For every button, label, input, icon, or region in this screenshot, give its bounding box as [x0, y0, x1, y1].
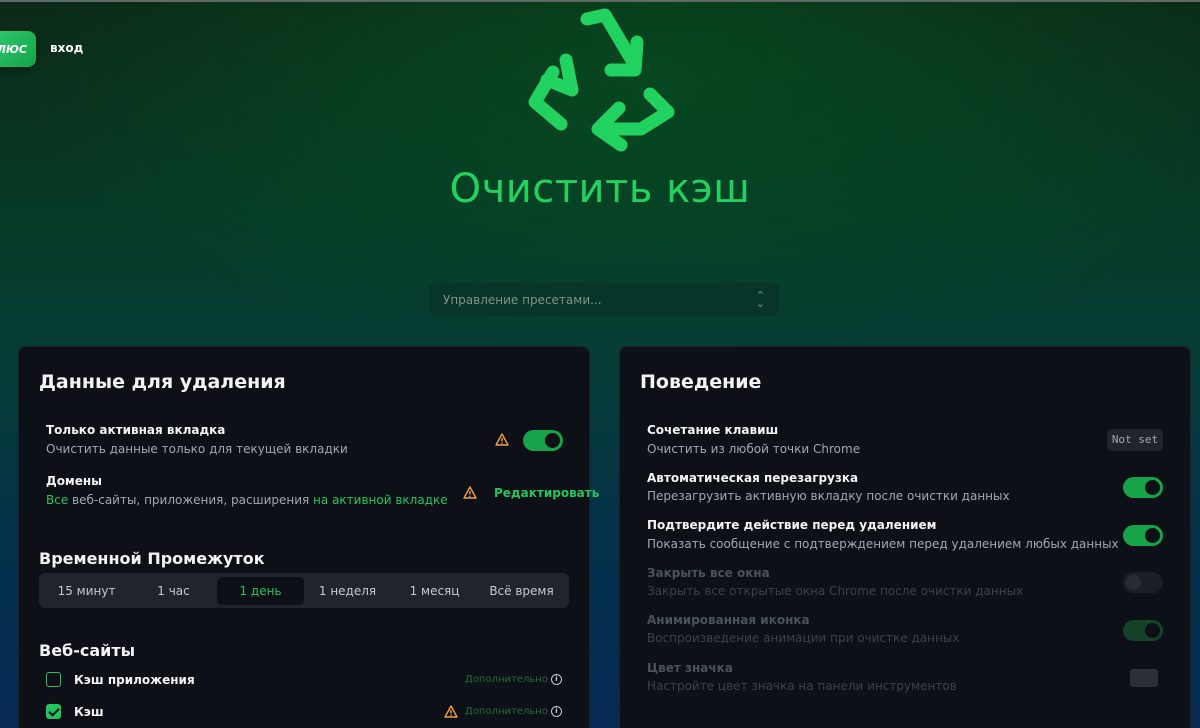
active-tab-desc: Очистить данные только для текущей вклад…: [46, 442, 348, 456]
time-range-option[interactable]: 1 месяц: [391, 577, 478, 605]
app-cache-label: Кэш приложения: [74, 673, 195, 687]
time-range-option[interactable]: 1 час: [130, 577, 217, 605]
confirm-toggle[interactable]: [1123, 525, 1163, 546]
shortcut-title: Сочетание клавиш: [647, 423, 779, 437]
shortcut-key-badge[interactable]: Not set: [1107, 429, 1163, 451]
animated-icon-title: Анимированная иконка: [647, 613, 810, 627]
cache-more-link[interactable]: Дополнительно: [465, 706, 548, 717]
websites-title: Веб-сайты: [39, 641, 136, 660]
behavior-card-title: Поведение: [640, 371, 762, 393]
close-windows-desc: Закрыть все открытые окна Chrome после о…: [647, 584, 1024, 598]
domains-desc-scope[interactable]: на активной вкладке: [313, 493, 448, 507]
shortcut-desc: Очистить из любой точки Chrome: [647, 442, 861, 456]
info-icon[interactable]: i: [551, 674, 562, 685]
auto-reload-toggle[interactable]: [1123, 477, 1163, 498]
warning-icon: [444, 705, 458, 718]
close-windows-title: Закрыть все окна: [647, 566, 770, 580]
time-range-option[interactable]: 1 неделя: [304, 577, 391, 605]
icon-color-swatch[interactable]: [1130, 669, 1158, 687]
cache-checkbox[interactable]: [46, 704, 61, 719]
data-card-title: Данные для удаления: [39, 371, 286, 393]
auto-reload-title: Автоматическая перезагрузка: [647, 471, 859, 485]
time-range-segmented: 15 минут 1 час 1 день 1 неделя 1 месяц В…: [39, 573, 569, 608]
cache-label: Кэш: [74, 705, 104, 719]
animated-icon-desc: Воспроизведение анимации при очистке дан…: [647, 631, 960, 645]
plus-button[interactable]: ЛЮС: [0, 31, 36, 67]
data-to-delete-card: Данные для удаления Только активная вкла…: [18, 346, 599, 728]
auto-reload-desc: Перезагрузить активную вкладку после очи…: [647, 489, 1010, 503]
info-icon[interactable]: i: [551, 706, 562, 717]
time-range-option[interactable]: 15 минут: [43, 577, 130, 605]
domains-title: Домены: [46, 474, 103, 488]
domains-desc-all[interactable]: Все: [46, 493, 68, 507]
app-cache-more-link[interactable]: Дополнительно: [465, 674, 548, 685]
time-range-title: Временной Промежуток: [39, 549, 265, 568]
active-tab-title: Только активная вкладка: [46, 423, 226, 437]
animated-icon-toggle[interactable]: [1123, 620, 1163, 641]
active-tab-toggle[interactable]: [523, 430, 563, 451]
icon-color-desc: Настройте цвет значка на панели инструме…: [647, 679, 957, 693]
time-range-option[interactable]: Всё время: [478, 577, 565, 605]
icon-color-title: Цвет значка: [647, 661, 733, 675]
preset-select-placeholder: Управление пресетами...: [443, 292, 602, 307]
domains-desc: Все веб-сайты, приложения, расширения на…: [46, 493, 448, 507]
confirm-title: Подтвердите действие перед удалением: [647, 518, 937, 532]
plus-button-label: ЛЮС: [0, 42, 27, 56]
chevron-up-down-icon: ⌃ ⌄: [755, 288, 765, 310]
domains-desc-middle: веб-сайты, приложения, расширения: [68, 493, 314, 507]
time-range-option-selected[interactable]: 1 день: [217, 576, 304, 605]
behavior-card: Поведение Сочетание клавиш Очистить из л…: [619, 346, 1191, 728]
app-title: Очистить кэш: [449, 166, 751, 212]
domains-edit-button[interactable]: Редактировать: [494, 486, 599, 500]
confirm-desc: Показать сообщение с подтверждением пере…: [647, 537, 1119, 551]
login-link[interactable]: вход: [50, 41, 83, 55]
warning-icon: [495, 433, 509, 446]
window-top-border: [0, 0, 1200, 2]
app-cache-checkbox[interactable]: [46, 672, 61, 687]
close-windows-toggle[interactable]: [1123, 572, 1163, 593]
recycle-icon: [528, 8, 675, 152]
warning-icon: [463, 486, 477, 499]
preset-select[interactable]: Управление пресетами... ⌃ ⌄: [429, 283, 779, 316]
